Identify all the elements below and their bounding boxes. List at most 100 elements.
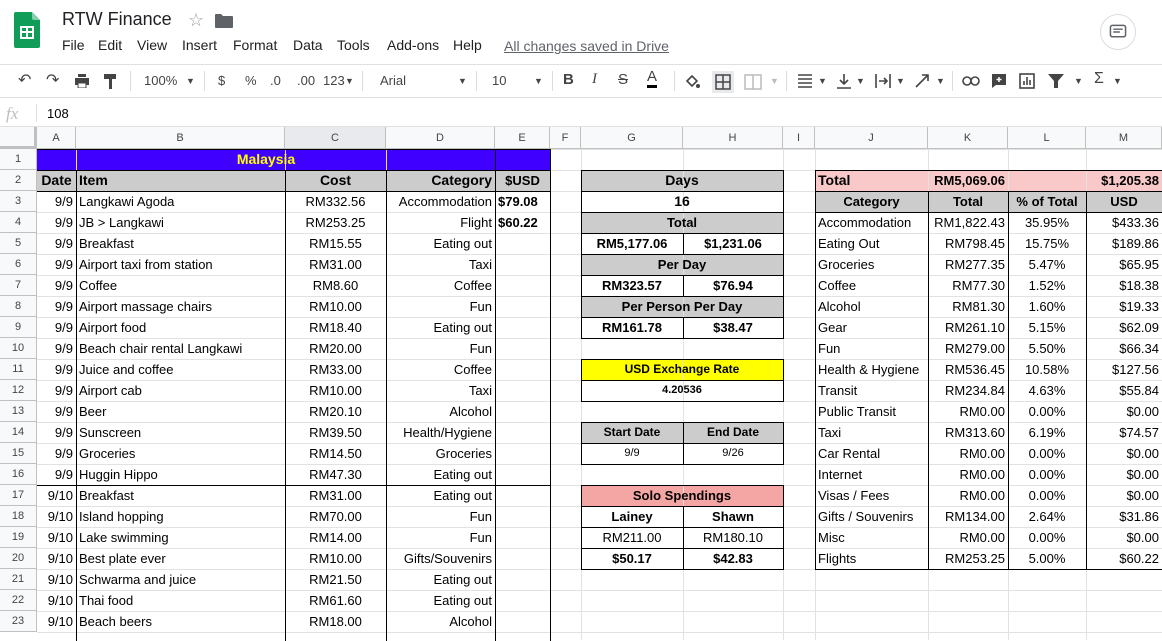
font-select[interactable]: Arial	[380, 73, 406, 88]
category-cell[interactable]: Health/Hygiene	[386, 422, 495, 443]
usd-cell[interactable]	[495, 275, 550, 296]
summary-category-cell[interactable]: Flights	[815, 548, 928, 569]
lainey-usd[interactable]: $50.17	[581, 548, 683, 569]
column-header-F[interactable]: F	[550, 127, 581, 149]
date-cell[interactable]: 9/9	[37, 233, 76, 254]
cost-cell[interactable]: RM332.56	[285, 191, 386, 212]
date-cell[interactable]: 9/10	[37, 590, 76, 611]
end-date-value[interactable]: 9/26	[683, 443, 783, 464]
date-cell[interactable]: 9/9	[37, 401, 76, 422]
solo-spendings-label[interactable]: Solo Spendings	[581, 485, 783, 506]
cost-cell[interactable]: RM61.60	[285, 590, 386, 611]
functions-icon[interactable]: Σ	[1094, 70, 1104, 88]
borders-icon[interactable]	[712, 71, 734, 93]
summary-header-pct[interactable]: % of Total	[1008, 191, 1086, 212]
category-cell[interactable]: Coffee	[386, 275, 495, 296]
summary-usd-cell[interactable]: $0.00	[1086, 485, 1162, 506]
item-cell[interactable]: Huggin Hippo	[76, 464, 285, 485]
usd-cell[interactable]	[495, 359, 550, 380]
row-header-16[interactable]: 16	[0, 464, 37, 485]
functions-dropdown-icon[interactable]: ▼	[1113, 76, 1122, 86]
row-header-11[interactable]: 11	[0, 359, 37, 380]
summary-total-cell[interactable]: RM536.45	[928, 359, 1008, 380]
cost-cell[interactable]: RM31.00	[285, 254, 386, 275]
folder-icon[interactable]	[215, 14, 233, 28]
menu-view[interactable]: View	[137, 37, 167, 53]
summary-category-cell[interactable]: Gifts / Souvenirs	[815, 506, 928, 527]
summary-usd-cell[interactable]: $55.84	[1086, 380, 1162, 401]
row-header-17[interactable]: 17	[0, 485, 37, 506]
merge-cells-icon[interactable]	[744, 74, 762, 90]
summary-total-cell[interactable]: RM77.30	[928, 275, 1008, 296]
summary-usd-cell[interactable]: $31.86	[1086, 506, 1162, 527]
cost-cell[interactable]: RM14.50	[285, 443, 386, 464]
usd-cell[interactable]	[495, 548, 550, 569]
wrap-dropdown-icon[interactable]: ▼	[896, 76, 905, 86]
per-day-label[interactable]: Per Day	[581, 254, 783, 275]
summary-usd-cell[interactable]: $60.22	[1086, 548, 1162, 569]
item-cell[interactable]: Best plate ever	[76, 548, 285, 569]
item-cell[interactable]: Beach chair rental Langkawi	[76, 338, 285, 359]
summary-pct-cell[interactable]: 4.63%	[1008, 380, 1086, 401]
usd-cell[interactable]	[495, 527, 550, 548]
summary-pct-cell[interactable]: 0.00%	[1008, 485, 1086, 506]
item-cell[interactable]: Island hopping	[76, 506, 285, 527]
usd-cell[interactable]	[495, 380, 550, 401]
start-date-value[interactable]: 9/9	[581, 443, 683, 464]
cost-cell[interactable]: RM8.60	[285, 275, 386, 296]
person-lainey[interactable]: Lainey	[581, 506, 683, 527]
menu-tools[interactable]: Tools	[337, 37, 370, 53]
per-day-usd[interactable]: $76.94	[683, 275, 783, 296]
cost-cell[interactable]: RM39.50	[285, 422, 386, 443]
summary-category-cell[interactable]: Taxi	[815, 422, 928, 443]
item-cell[interactable]: Breakfast	[76, 485, 285, 506]
item-cell[interactable]: Airport food	[76, 317, 285, 338]
cost-cell[interactable]: RM47.30	[285, 464, 386, 485]
summary-pct-cell[interactable]: 1.60%	[1008, 296, 1086, 317]
total-label[interactable]: Total	[581, 212, 783, 233]
summary-total-cell[interactable]: RM0.00	[928, 401, 1008, 422]
summary-category-cell[interactable]: Misc	[815, 527, 928, 548]
star-icon[interactable]: ☆	[188, 10, 204, 31]
usd-cell[interactable]	[495, 317, 550, 338]
paint-format-icon[interactable]	[104, 74, 118, 90]
summary-pct-cell[interactable]: 5.15%	[1008, 317, 1086, 338]
usd-cell[interactable]	[495, 506, 550, 527]
row-header-15[interactable]: 15	[0, 443, 37, 464]
summary-pct-cell[interactable]: 2.64%	[1008, 506, 1086, 527]
rotation-dropdown-icon[interactable]: ▼	[936, 76, 945, 86]
summary-usd-cell[interactable]: $127.56	[1086, 359, 1162, 380]
summary-usd-cell[interactable]: $0.00	[1086, 464, 1162, 485]
date-cell[interactable]: 9/10	[37, 548, 76, 569]
summary-total-cell[interactable]: RM1,822.43	[928, 212, 1008, 233]
column-header-L[interactable]: L	[1008, 127, 1086, 149]
menu-help[interactable]: Help	[453, 37, 482, 53]
header-cost[interactable]: Cost	[285, 170, 386, 191]
horizontal-align-icon[interactable]	[797, 74, 813, 88]
summary-pct-cell[interactable]: 5.50%	[1008, 338, 1086, 359]
item-cell[interactable]: Juice and coffee	[76, 359, 285, 380]
text-rotation-icon[interactable]	[914, 73, 932, 89]
column-header-G[interactable]: G	[581, 127, 683, 149]
row-header-20[interactable]: 20	[0, 548, 37, 569]
summary-total-cell[interactable]: RM0.00	[928, 443, 1008, 464]
header-item[interactable]: Item	[76, 170, 285, 191]
select-all-corner[interactable]	[0, 127, 37, 149]
date-cell[interactable]: 9/9	[37, 380, 76, 401]
cost-cell[interactable]: RM20.10	[285, 401, 386, 422]
usd-cell[interactable]	[495, 401, 550, 422]
summary-pct-cell[interactable]: 35.95%	[1008, 212, 1086, 233]
summary-total-cell[interactable]: RM0.00	[928, 485, 1008, 506]
summary-pct-cell[interactable]: 6.19%	[1008, 422, 1086, 443]
summary-category-cell[interactable]: Health & Hygiene	[815, 359, 928, 380]
item-cell[interactable]: Lake swimming	[76, 527, 285, 548]
category-cell[interactable]: Eating out	[386, 233, 495, 254]
date-cell[interactable]: 9/10	[37, 611, 76, 632]
usd-cell[interactable]	[495, 569, 550, 590]
column-header-M[interactable]: M	[1086, 127, 1162, 149]
summary-usd-cell[interactable]: $433.36	[1086, 212, 1162, 233]
vertical-align-icon[interactable]	[836, 73, 852, 89]
usd-cell[interactable]	[495, 485, 550, 506]
date-cell[interactable]: 9/9	[37, 275, 76, 296]
cost-cell[interactable]: RM15.55	[285, 233, 386, 254]
